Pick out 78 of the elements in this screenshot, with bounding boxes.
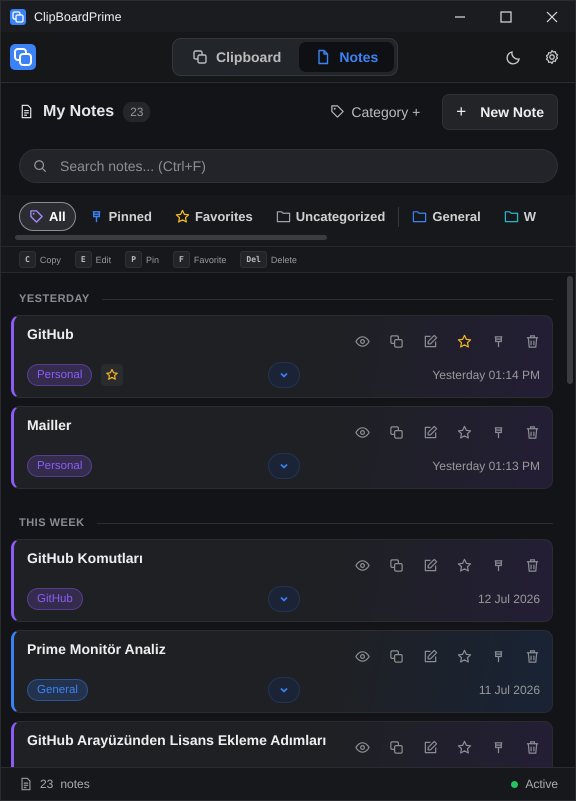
note-date: Yesterday 01:13 PM	[432, 459, 540, 473]
settings-icon[interactable]	[544, 49, 560, 65]
search-icon	[33, 159, 47, 173]
edit-icon[interactable]	[423, 649, 438, 664]
filter-chip[interactable]: W	[494, 202, 546, 231]
eye-icon[interactable]	[355, 649, 370, 664]
shortcut-label: Favorite	[194, 254, 226, 264]
copy-icon	[192, 49, 208, 65]
trash-icon[interactable]	[525, 740, 540, 755]
status-text: Active	[525, 777, 558, 791]
note-title: Prime Monitör Analiz	[27, 641, 167, 657]
star-icon[interactable]	[457, 425, 472, 440]
note-date: 11 Jul 2026	[478, 683, 540, 697]
filter-chip[interactable]: General	[402, 202, 491, 231]
shortcut-label: Pin	[146, 254, 160, 264]
trash-icon[interactable]	[525, 334, 540, 349]
view-tab[interactable]: Clipboard	[176, 42, 298, 72]
filter-chip[interactable]: Uncategorized	[266, 202, 396, 231]
keyboard-key: F	[173, 251, 190, 268]
keyboard-key: P	[125, 251, 142, 268]
new-note-button[interactable]: + New Note	[442, 94, 558, 130]
group-heading: YESTERDAY	[19, 293, 90, 305]
note-date: 12 Jul 2026	[478, 592, 540, 606]
note-card[interactable]: Mailler Personal Yesterday 01:13 PM	[11, 406, 553, 489]
app-logo-icon	[10, 8, 26, 24]
note-title: GitHub Komutları	[27, 550, 144, 566]
edit-icon[interactable]	[423, 334, 438, 349]
star-icon[interactable]	[457, 334, 472, 349]
copy-icon[interactable]	[389, 334, 404, 349]
edit-icon[interactable]	[423, 558, 438, 573]
keyboard-key: E	[74, 251, 92, 268]
window-title: ClipBoardPrime	[34, 10, 122, 24]
notes-label: notes	[60, 777, 90, 791]
shortcut-label: Edit	[96, 254, 112, 264]
note-date: Yesterday 01:14 PM	[432, 368, 540, 382]
eye-icon[interactable]	[355, 558, 370, 573]
edit-icon[interactable]	[423, 740, 438, 755]
trash-icon[interactable]	[525, 558, 540, 573]
page-title: My Notes	[43, 102, 114, 120]
search-field[interactable]: Search notes... (Ctrl+F)	[19, 149, 558, 183]
view-tab[interactable]: Notes	[299, 42, 394, 72]
trash-icon[interactable]	[525, 425, 540, 440]
category-button[interactable]: Category +	[326, 100, 424, 124]
status-dot	[511, 780, 518, 788]
shortcut-label: Copy	[40, 254, 61, 264]
copy-icon[interactable]	[389, 740, 404, 755]
eye-icon[interactable]	[355, 425, 370, 440]
note-title: GitHub Arayüzünden Lisans Ekleme Adımları	[27, 732, 328, 748]
filter-chip[interactable]: All	[19, 202, 76, 231]
keyboard-key: Del	[240, 251, 267, 268]
star-icon[interactable]	[457, 740, 472, 755]
edit-icon[interactable]	[423, 425, 438, 440]
document-icon	[19, 777, 33, 791]
copy-icon[interactable]	[389, 558, 404, 573]
copy-icon[interactable]	[389, 425, 404, 440]
eye-icon[interactable]	[355, 334, 370, 349]
trash-icon[interactable]	[525, 649, 540, 664]
star-icon[interactable]	[457, 649, 472, 664]
star-icon[interactable]	[457, 558, 472, 573]
filter-chip[interactable]: Favorites	[164, 202, 263, 231]
group-heading: THIS WEEK	[19, 517, 85, 529]
note-title: GitHub	[27, 326, 75, 342]
copy-icon[interactable]	[389, 649, 404, 664]
document-icon	[19, 104, 34, 119]
note-card[interactable]: GitHub Personal Yesterday 01:14 PM	[11, 315, 553, 398]
keyboard-key: C	[19, 251, 36, 268]
note-title: Mailler	[27, 417, 72, 433]
note-card[interactable]: GitHub Arayüzünden Lisans Ekleme Adımları	[11, 721, 553, 767]
filter-chip[interactable]: Pinned	[78, 202, 162, 231]
note-card[interactable]: Prime Monitör Analiz General 11 Jul 2026	[11, 630, 553, 713]
tag-icon	[330, 104, 346, 119]
note-card[interactable]: GitHub Komutları GitHub 12 Jul 2026	[11, 539, 553, 622]
notes-count: 23	[40, 777, 54, 791]
shortcut-label: Delete	[270, 254, 297, 264]
note-count-badge: 23	[123, 102, 150, 122]
eye-icon[interactable]	[355, 740, 370, 755]
app-logo-icon	[10, 44, 36, 70]
moon-icon[interactable]	[506, 49, 522, 65]
